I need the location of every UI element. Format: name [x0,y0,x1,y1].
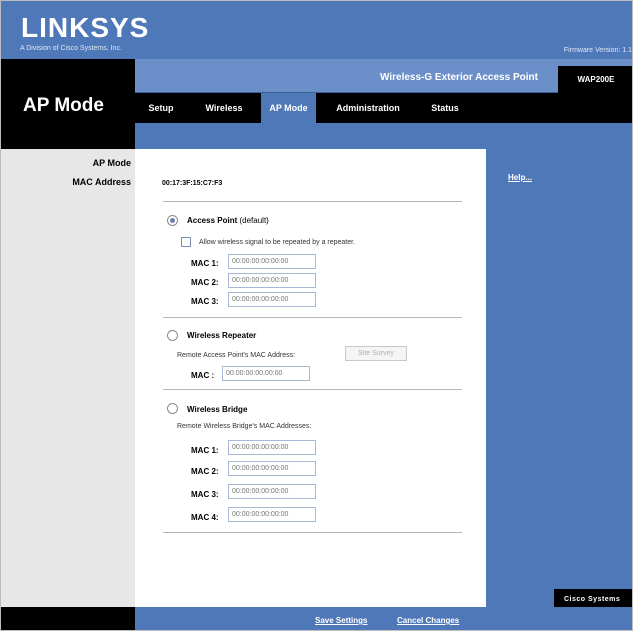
mac-address-value: 00:17:3F:15:C7:F3 [162,180,223,187]
repeat-checkbox[interactable] [181,237,191,247]
header-strip [135,141,632,149]
footer: Save Settings Cancel Changes [135,607,486,630]
access-point-radio[interactable] [167,215,178,226]
tab-administration[interactable]: Administration [316,93,420,123]
bridge-mac-2-input[interactable] [228,461,316,476]
bridge-mac-3-input[interactable] [228,484,316,499]
repeater-mac-input[interactable] [222,366,310,381]
remote-bridge-macs-label: Remote Wireless Bridge's MAC Addresses: [177,423,312,430]
logo-subtitle: A Division of Cisco Systems, Inc. [20,45,122,52]
bridge-mac-1-input[interactable] [228,440,316,455]
ap-mac-3-label: MAC 3: [191,297,219,306]
product-name: Wireless-G Exterior Access Point [380,72,538,83]
bridge-mac-1-label: MAC 1: [191,446,219,455]
product-bar: Wireless-G Exterior Access Point WAP200E [135,59,632,93]
sidebar-section-ap-mode: AP Mode [92,158,131,168]
wireless-bridge-label: Wireless Bridge [187,405,248,414]
ap-mac-1-label: MAC 1: [191,259,219,268]
ap-mac-3-input[interactable] [228,292,316,307]
header: LINKSYS A Division of Cisco Systems, Inc… [1,1,632,59]
linksys-logo: LINKSYS [21,12,150,43]
access-point-default-suffix: (default) [239,216,269,225]
footer-right [486,607,632,630]
firmware-version: Firmware Version: 1.1 [563,47,632,54]
subtab-bar [135,123,632,141]
tab-status[interactable]: Status [420,93,470,123]
page-title-block: AP Mode [1,59,135,141]
sidebar-section-mac-address: MAC Address [72,177,131,187]
model-number: WAP200E [558,66,632,93]
page-title: AP Mode [23,95,104,116]
main-content: 00:17:3F:15:C7:F3 Access Point (default)… [135,149,486,607]
divider [163,532,462,533]
ap-mac-2-input[interactable] [228,273,316,288]
wireless-repeater-radio[interactable] [167,330,178,341]
repeater-mac-label: MAC : [191,371,215,380]
bridge-mac-3-label: MAC 3: [191,490,219,499]
footer-left [1,607,135,630]
remote-ap-mac-label: Remote Access Point's MAC Address: [177,352,296,359]
sidebar: AP Mode MAC Address [1,149,135,607]
cisco-systems-text: Cisco Systems [564,596,621,603]
access-point-label: Access Point (default) [187,216,269,225]
save-settings-button[interactable]: Save Settings [315,616,367,625]
wireless-bridge-radio[interactable] [167,403,178,414]
bridge-mac-4-label: MAC 4: [191,513,219,522]
help-link[interactable]: Help... [508,173,532,182]
title-strip [1,141,135,149]
site-survey-button[interactable]: Site Survey [345,346,407,361]
help-panel: Help... Cisco Systems [486,149,632,630]
cancel-changes-button[interactable]: Cancel Changes [397,616,459,625]
divider [163,317,462,318]
divider [163,389,462,390]
ap-mac-1-input[interactable] [228,254,316,269]
tab-ap-mode[interactable]: AP Mode [261,93,316,123]
tab-setup[interactable]: Setup [135,93,187,123]
bridge-mac-2-label: MAC 2: [191,467,219,476]
router-admin-page: LINKSYS A Division of Cisco Systems, Inc… [0,0,633,631]
divider [163,201,462,202]
bridge-mac-4-input[interactable] [228,507,316,522]
repeat-checkbox-label: Allow wireless signal to be repeated by … [199,239,356,246]
wireless-repeater-label: Wireless Repeater [187,331,257,340]
tab-wireless[interactable]: Wireless [187,93,261,123]
access-point-label-text: Access Point [187,216,238,225]
ap-mac-2-label: MAC 2: [191,278,219,287]
main-tabs: Setup Wireless AP Mode Administration St… [135,93,632,123]
